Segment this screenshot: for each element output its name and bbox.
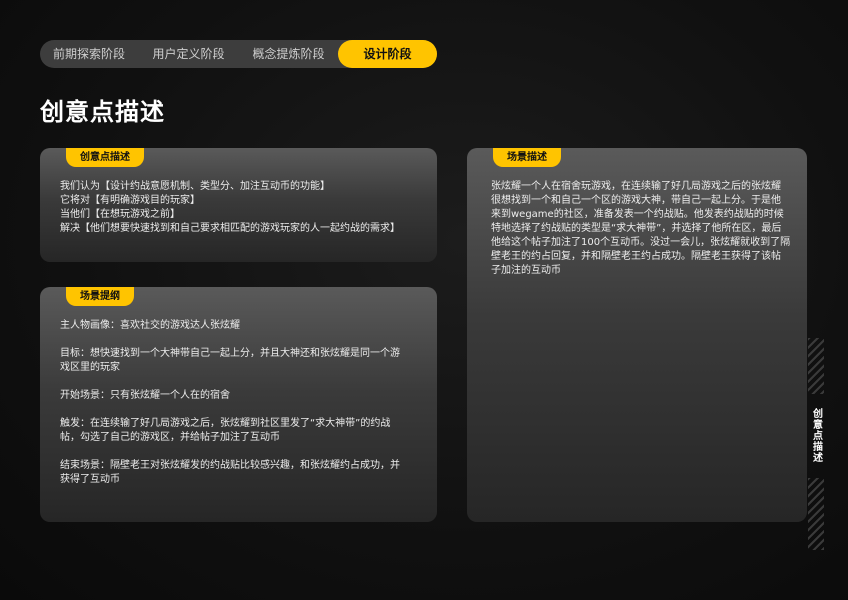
- stage-tabs: 前期探索阶段 用户定义阶段 概念提炼阶段 设计阶段: [40, 40, 437, 68]
- scene-outline-body: 主人物画像：喜欢社交的游戏达人张炫耀 目标：想快速找到一个大神带自己一起上分，并…: [60, 319, 420, 501]
- idea-line: 它将对【有明确游戏目的玩家】: [60, 195, 200, 206]
- side-stripes-bottom: [808, 478, 824, 550]
- scene-line: 他给这个帖子加注了100个互动币。没过一会儿，张炫耀就收到了隔: [491, 237, 791, 248]
- scene-line: 壁老王的约占回复，并和隔壁老王约占成功。隔壁老王获得了该帖: [491, 251, 781, 262]
- scene-description-body: 张炫耀一个人在宿舍玩游戏，在连续输了好几局游戏之后的张炫耀 很想找到一个和自己一…: [491, 180, 791, 278]
- scene-outline-tag: 场景提纲: [66, 287, 134, 306]
- idea-card-body: 我们认为【设计约战意愿机制、类型分、加注互动币的功能】 它将对【有明确游戏目的玩…: [60, 180, 400, 236]
- idea-line: 当他们【在想玩游戏之前】: [60, 209, 180, 220]
- scene-line: 特地选择了约战贴的类型是“求大神带”，并选择了他所在区，最后: [491, 223, 782, 234]
- outline-paragraph-persona: 主人物画像：喜欢社交的游戏达人张炫耀: [60, 319, 420, 333]
- outline-paragraph-trigger: 触发：在连续输了好几局游戏之后，张炫耀到社区里发了“求大神带”的约战 帖，勾选了…: [60, 417, 420, 445]
- tab-design-stage[interactable]: 设计阶段: [338, 40, 437, 68]
- idea-line: 我们认为【设计约战意愿机制、类型分、加注互动币的功能】: [60, 181, 330, 192]
- outline-line: 目标：想快速找到一个大神带自己一起上分，并且大神还和张炫耀是同一个游: [60, 348, 400, 359]
- scene-description-tag: 场景描述: [493, 148, 561, 167]
- outline-line: 获得了互动币: [60, 474, 120, 485]
- outline-line: 戏区里的玩家: [60, 362, 120, 373]
- scene-line: 子加注的互动币: [491, 265, 561, 276]
- idea-card-tag: 创意点描述: [66, 148, 144, 167]
- scene-description-card: 场景描述 张炫耀一个人在宿舍玩游戏，在连续输了好几局游戏之后的张炫耀 很想找到一…: [467, 148, 807, 522]
- outline-paragraph-goal: 目标：想快速找到一个大神带自己一起上分，并且大神还和张炫耀是同一个游 戏区里的玩…: [60, 347, 420, 375]
- outline-paragraph-start: 开始场景：只有张炫耀一个人在的宿舍: [60, 389, 420, 403]
- idea-card: 创意点描述 我们认为【设计约战意愿机制、类型分、加注互动币的功能】 它将对【有明…: [40, 148, 437, 262]
- tab-user-definition-stage[interactable]: 用户定义阶段: [138, 40, 239, 68]
- side-stripes-top: [808, 338, 824, 394]
- tab-exploration-stage[interactable]: 前期探索阶段: [40, 40, 138, 68]
- page-title: 创意点描述: [40, 98, 165, 126]
- outline-paragraph-end: 结束场景：隔壁老王对张炫耀发的约战贴比较感兴趣，和张炫耀约占成功，并 获得了互动…: [60, 459, 420, 487]
- scene-line: 张炫耀一个人在宿舍玩游戏，在连续输了好几局游戏之后的张炫耀: [491, 181, 781, 192]
- outline-line: 开始场景：只有张炫耀一个人在的宿舍: [60, 390, 230, 401]
- outline-line: 主人物画像：喜欢社交的游戏达人张炫耀: [60, 320, 240, 331]
- scene-line: 很想找到一个和自己一个区的游戏大神，带自己一起上分。于是他: [491, 195, 781, 206]
- tab-concept-stage[interactable]: 概念提炼阶段: [239, 40, 338, 68]
- scene-line: 来到wegame的社区，准备发表一个约战贴。他发表约战贴的时候: [491, 209, 784, 220]
- outline-line: 触发：在连续输了好几局游戏之后，张炫耀到社区里发了“求大神带”的约战: [60, 418, 391, 429]
- side-section-label: 创意点描述: [810, 407, 822, 463]
- outline-line: 结束场景：隔壁老王对张炫耀发的约战贴比较感兴趣，和张炫耀约占成功，并: [60, 460, 400, 471]
- scene-outline-card: 场景提纲 主人物画像：喜欢社交的游戏达人张炫耀 目标：想快速找到一个大神带自己一…: [40, 287, 437, 522]
- outline-line: 帖，勾选了自己的游戏区，并给帖子加注了互动币: [60, 432, 280, 443]
- idea-line: 解决【他们想要快速找到和自己要求相匹配的游戏玩家的人一起约战的需求】: [60, 223, 400, 234]
